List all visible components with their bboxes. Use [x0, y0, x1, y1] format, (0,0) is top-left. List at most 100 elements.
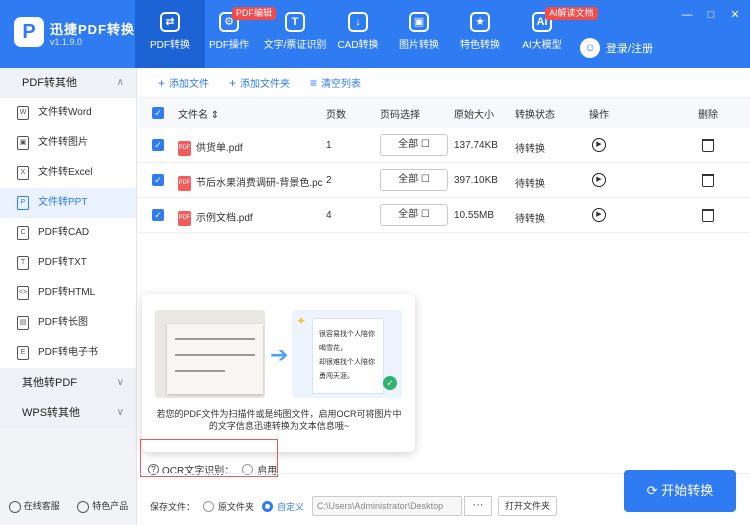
service-label: 在线客服	[23, 501, 60, 512]
tab-label: AI大模型	[522, 40, 562, 51]
tab-cad-convert[interactable]: ↓ CAD转换	[323, 0, 393, 68]
sample-line: 勇闯天涯。	[319, 373, 354, 380]
open-folder-button[interactable]: 打开文件夹	[498, 496, 558, 516]
close-icon[interactable]: ✕	[728, 8, 742, 22]
item-label: 文件转PPT	[38, 197, 88, 208]
col-status: 转换状态	[515, 109, 555, 121]
word-icon: W	[17, 106, 29, 120]
status-label: 待转换	[515, 144, 545, 155]
maximize-icon[interactable]: □	[704, 8, 718, 22]
table-row: ✓ PDF 节后水果消费调研-背景色.pc 2 全部 ☐ 397.10KB 待转换…	[138, 163, 750, 198]
tab-label: 特色转换	[460, 40, 500, 51]
page-count: 2	[326, 175, 332, 186]
pdf-file-icon: PDF	[178, 210, 191, 226]
excel-icon: X	[17, 166, 29, 180]
sample-line: 却很难找个人陪你	[319, 359, 375, 366]
save-path-input[interactable]: C:\Users\Administrator\Desktop	[312, 496, 463, 516]
arrow-right-icon: ➔	[270, 342, 289, 367]
tab-image-convert[interactable]: ▣ 图片转换	[384, 0, 454, 68]
chevron-up-icon: ∧	[116, 77, 124, 88]
featured-products-button[interactable]: 特色产品	[77, 499, 128, 513]
play-icon[interactable]: ▶	[592, 173, 606, 187]
row-checkbox[interactable]: ✓	[152, 174, 164, 186]
file-size: 137.74KB	[454, 140, 498, 151]
tab-label: 文字/票证识别	[263, 40, 327, 51]
sidebar-item-to-html[interactable]: <> PDF转HTML	[0, 278, 136, 308]
source-folder-radio[interactable]	[203, 500, 215, 512]
sample-line: 很容易找个人陪你	[319, 331, 375, 338]
sidebar-group-other-to-pdf[interactable]: 其他转PDF ∨	[0, 368, 136, 398]
save-location: 保存文件： 原文件夹 自定义 C:\Users\Administrator\De…	[150, 496, 558, 516]
app-logo-icon: P	[14, 17, 44, 47]
sidebar-item-to-image[interactable]: ▣ 文件转图片	[0, 128, 136, 158]
source-folder-label[interactable]: 原文件夹	[218, 500, 254, 513]
login-label: 登录/注册	[606, 43, 654, 55]
add-folder-label: 添加文件夹	[240, 79, 291, 90]
trash-icon[interactable]	[702, 209, 714, 222]
main-panel: + 添加文件 + 添加文件夹 ≡ 清空列表 ✓ 文件名 ⇕ 页数 页码选择 原始大小 …	[138, 68, 750, 525]
chevron-down-icon: ∨	[116, 407, 124, 418]
tab-label: PDF操作	[209, 40, 249, 51]
sidebar-group-wps-to-other[interactable]: WPS转其他 ∨	[0, 398, 136, 428]
add-file-button[interactable]: + 添加文件	[158, 75, 209, 91]
browse-button[interactable]: ···	[464, 496, 493, 516]
tab-label: PDF转换	[150, 40, 190, 51]
sidebar-group-pdf-to-other[interactable]: PDF转其他 ∧	[0, 68, 136, 98]
table-header: ✓ 文件名 ⇕ 页数 页码选择 原始大小 转换状态 操作 删除	[138, 98, 750, 128]
recognized-text-sample: ✦ 很容易找个人陪你 喝雪花， 却很难找个人陪你 勇闯天涯。 ✓	[292, 310, 402, 398]
sample-line: 喝雪花，	[319, 345, 347, 352]
products-label: 特色产品	[92, 501, 129, 512]
play-icon[interactable]: ▶	[592, 208, 606, 222]
custom-folder-label[interactable]: 自定义	[277, 500, 304, 513]
play-icon[interactable]: ▶	[592, 138, 606, 152]
page-select-button[interactable]: 全部 ☐	[380, 204, 448, 226]
row-checkbox[interactable]: ✓	[152, 209, 164, 221]
table-row: ✓ PDF 供货单.pdf 1 全部 ☐ 137.74KB 待转换 ▶	[138, 128, 750, 163]
add-folder-button[interactable]: + 添加文件夹	[229, 75, 291, 91]
row-checkbox[interactable]: ✓	[152, 139, 164, 151]
item-label: 文件转图片	[38, 137, 88, 148]
file-size: 397.10KB	[454, 175, 498, 186]
cad-icon: C	[17, 226, 29, 240]
minimize-icon[interactable]: —	[680, 8, 694, 22]
item-label: PDF转CAD	[38, 227, 90, 238]
item-label: 文件转Word	[38, 107, 92, 118]
login-button[interactable]: ☺ 登录/注册	[580, 38, 653, 58]
image-icon: ▣	[409, 12, 429, 32]
refresh-icon: ⟳	[646, 483, 658, 498]
start-convert-button[interactable]: ⟳ 开始转换	[624, 470, 736, 512]
custom-folder-radio[interactable]	[262, 500, 274, 512]
online-service-button[interactable]: 在线客服	[8, 499, 60, 513]
trash-icon[interactable]	[702, 139, 714, 152]
select-all-checkbox[interactable]: ✓	[152, 107, 164, 119]
add-file-icon: +	[158, 75, 166, 90]
page-select-button[interactable]: 全部 ☐	[380, 169, 448, 191]
trash-icon[interactable]	[702, 174, 714, 187]
page-select-button[interactable]: 全部 ☐	[380, 134, 448, 156]
tab-special-convert[interactable]: ★ 特色转换	[445, 0, 515, 68]
file-name: PDF 供货单.pdf	[178, 139, 243, 156]
ocr-tooltip: ➔ ✦ 很容易找个人陪你 喝雪花， 却很难找个人陪你 勇闯天涯。 ✓ 若您的PD…	[142, 294, 415, 452]
table-row: ✓ PDF 示例文档.pdf 4 全部 ☐ 10.55MB 待转换 ▶	[138, 198, 750, 233]
sidebar-item-to-txt[interactable]: T PDF转TXT	[0, 248, 136, 278]
sidebar: PDF转其他 ∧ W 文件转Word ▣ 文件转图片 X 文件转Excel P 文件转P…	[0, 68, 137, 525]
col-delete: 删除	[698, 109, 718, 121]
tab-text-recognition[interactable]: T 文字/票证识别	[258, 0, 332, 68]
products-icon	[77, 501, 90, 513]
sidebar-item-to-ppt[interactable]: P 文件转PPT	[0, 188, 136, 218]
sparkle-icon: ✦	[296, 314, 307, 328]
txt-icon: T	[17, 256, 29, 270]
page-count: 4	[326, 210, 332, 221]
ai-doc-badge[interactable]: AI解读文档	[545, 7, 598, 20]
sidebar-item-to-cad[interactable]: C PDF转CAD	[0, 218, 136, 248]
sidebar-item-to-excel[interactable]: X 文件转Excel	[0, 158, 136, 188]
html-icon: <>	[17, 286, 29, 300]
col-filename[interactable]: 文件名 ⇕	[178, 106, 219, 121]
sidebar-item-to-long-image[interactable]: ▤ PDF转长图	[0, 308, 136, 338]
save-label: 保存文件：	[150, 501, 196, 512]
sidebar-item-to-ebook[interactable]: E PDF转电子书	[0, 338, 136, 368]
clear-list-button[interactable]: ≡ 清空列表	[310, 75, 361, 91]
col-size: 原始大小	[454, 109, 494, 121]
top-bar: P 迅捷PDF转换器 v1.1.9.0 ⇄ PDF转换 ⚙ PDF操作 PDF编…	[0, 0, 750, 68]
sidebar-item-to-word[interactable]: W 文件转Word	[0, 98, 136, 128]
